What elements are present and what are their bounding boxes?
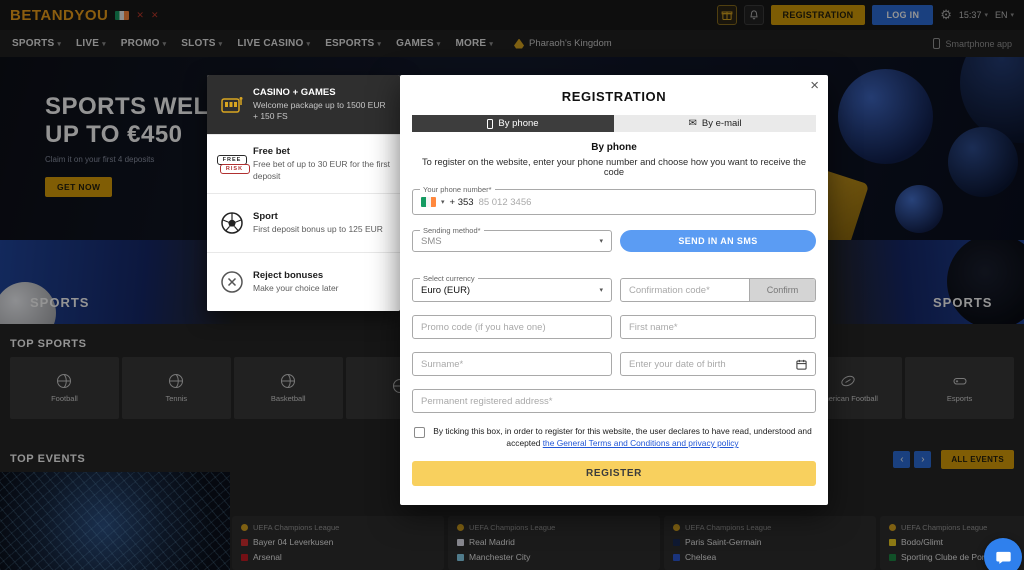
bonus-option-free-bet[interactable]: FREE RISK Free bet Free bet of up to 30 … [207, 134, 400, 193]
phone-number-input[interactable] [478, 190, 807, 214]
phone-icon [487, 118, 494, 129]
bonus-option-sport[interactable]: Sport First deposit bonus up to 125 EUR [207, 193, 400, 252]
modal-title: REGISTRATION [561, 89, 667, 104]
country-code: + 353 [449, 196, 474, 208]
bonus-title: Sport [253, 210, 278, 222]
terms-checkbox[interactable] [414, 427, 425, 438]
terms-link[interactable]: the General Terms and Conditions and pri… [543, 438, 739, 448]
currency-value: Euro (EUR) [421, 284, 471, 296]
tab-label: By e-mail [701, 118, 742, 129]
phone-number-field[interactable]: Your phone number* ▾ + 353 [412, 185, 816, 215]
sending-method-select[interactable]: Sending method* SMS ▾ [412, 226, 612, 252]
registration-tabs: By phone ✉ By e-mail [412, 115, 816, 132]
confirmation-code-input[interactable] [621, 279, 749, 301]
soccer-ball-icon [211, 210, 253, 236]
tab-by-email[interactable]: ✉ By e-mail [614, 115, 816, 132]
bonus-option-reject[interactable]: Reject bonuses Make your choice later [207, 252, 400, 311]
promo-code-input[interactable] [421, 316, 603, 338]
register-button[interactable]: REGISTER [412, 461, 816, 487]
bonus-texts: Sport First deposit bonus up to 125 EUR [253, 211, 392, 235]
bonus-description: First deposit bonus up to 125 EUR [253, 223, 383, 234]
calendar-icon[interactable] [796, 359, 807, 370]
bonus-texts: Free bet Free bet of up to 30 EUR for th… [253, 146, 392, 181]
free-bet-icon: FREE RISK [211, 154, 253, 174]
first-name-field [620, 315, 816, 339]
date-of-birth-input[interactable] [629, 353, 792, 375]
phone-number-label: Your phone number* [420, 185, 495, 194]
confirmation-code-group: Confirm [620, 278, 816, 302]
terms-row: By ticking this box, in order to registe… [412, 425, 816, 449]
registration-modal: × REGISTRATION By phone ✉ By e-mail By p… [400, 75, 828, 505]
bonus-title: Free bet [253, 146, 290, 158]
envelope-icon: ✉ [688, 117, 697, 129]
currency-confirmation-row: Select currency Euro (EUR) ▾ Confirm [412, 274, 816, 302]
registration-description: To register on the website, enter your p… [422, 157, 806, 177]
currency-select[interactable]: Select currency Euro (EUR) ▾ [412, 274, 612, 302]
chat-bubble-icon [995, 551, 1011, 564]
confirm-button[interactable]: Confirm [749, 279, 815, 301]
chevron-down-icon[interactable]: ▾ [441, 198, 445, 206]
address-field [412, 389, 816, 413]
chevron-down-icon: ▾ [599, 287, 603, 294]
close-icon[interactable]: × [810, 78, 819, 93]
bonus-option-casino-games[interactable]: CASINO + GAMES Welcome package up to 150… [207, 75, 400, 134]
surname-input[interactable] [421, 353, 603, 375]
promo-code-field [412, 315, 612, 339]
surname-dob-row [412, 352, 816, 376]
bonus-title: Reject bonuses [253, 269, 324, 281]
slot-machine-icon [211, 92, 253, 118]
bonus-description: Free bet of up to 30 EUR for the first d… [253, 159, 391, 181]
send-sms-button[interactable]: SEND IN AN SMS [620, 230, 816, 252]
address-input[interactable] [421, 390, 807, 412]
sending-method-row: Sending method* SMS ▾ SEND IN AN SMS [412, 226, 816, 252]
country-flag-icon[interactable] [421, 197, 436, 207]
bonus-texts: Reject bonuses Make your choice later [253, 270, 392, 294]
bonus-description: Welcome package up to 1500 EUR + 150 FS [253, 99, 386, 121]
bonus-selection-panel: CASINO + GAMES Welcome package up to 150… [207, 75, 400, 311]
tab-by-phone[interactable]: By phone [412, 115, 614, 132]
date-of-birth-field [620, 352, 816, 376]
chevron-down-icon: ▾ [599, 238, 603, 245]
promo-firstname-row [412, 315, 816, 339]
reject-cross-icon [211, 269, 253, 295]
currency-label: Select currency [420, 274, 478, 283]
bonus-title: CASINO + GAMES [253, 86, 336, 98]
live-chat-button[interactable] [984, 538, 1022, 570]
bonus-description: Make your choice later [253, 282, 339, 293]
sending-method-value: SMS [421, 235, 442, 247]
by-phone-heading: By phone [591, 142, 637, 153]
risk-note: RISK [219, 163, 250, 174]
tab-label: By phone [498, 118, 539, 129]
page: BETANDYOU ✕ ✕ REGISTRATION LOG IN ⚙ 15:3… [0, 0, 1024, 570]
first-name-input[interactable] [629, 316, 807, 338]
bonus-texts: CASINO + GAMES Welcome package up to 150… [253, 87, 392, 122]
terms-text: By ticking this box, in order to registe… [431, 425, 814, 449]
sending-method-label: Sending method* [420, 226, 484, 235]
surname-field [412, 352, 612, 376]
